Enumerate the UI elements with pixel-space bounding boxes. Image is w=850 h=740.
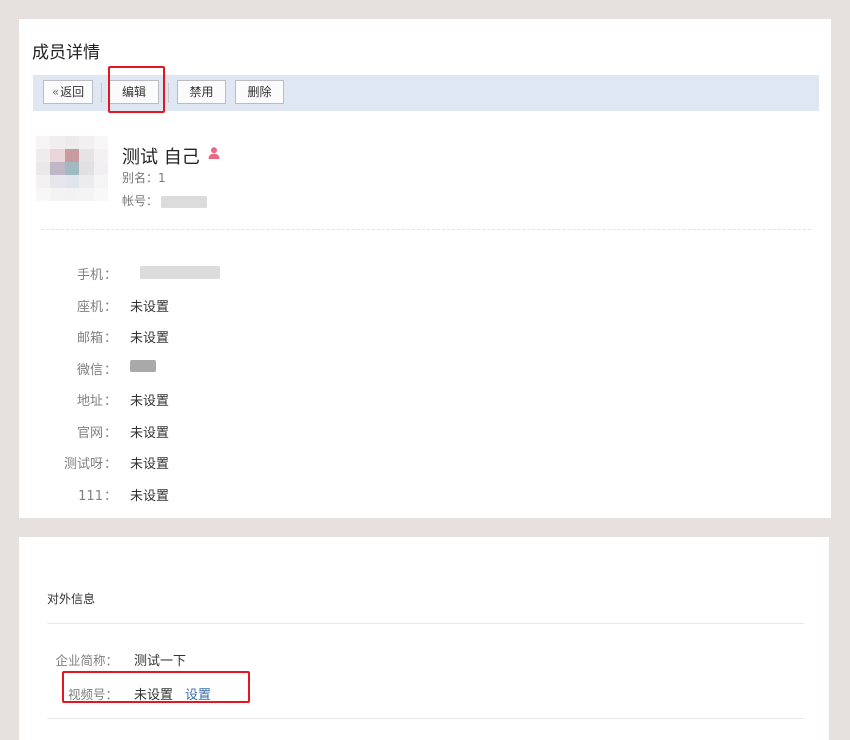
member-alias: 别名：1 <box>122 169 166 186</box>
field-value-custom-111: 未设置 <box>130 489 170 504</box>
person-icon <box>208 147 220 159</box>
company-short-name-label: 企业简称： <box>55 653 118 668</box>
divider <box>41 229 811 230</box>
channels-highlight <box>62 671 250 703</box>
alias-label: 别名： <box>122 171 159 185</box>
member-name: 测试 自己 <box>122 147 200 168</box>
external-info-panel: 对外信息 企业简称： 测试一下 视频号： 未设置 设置 <box>19 537 829 740</box>
divider <box>47 718 804 719</box>
field-value-custom-test: 未设置 <box>130 457 170 472</box>
disable-button[interactable]: 禁用 <box>177 80 226 104</box>
section-title: 对外信息 <box>47 592 96 606</box>
alias-value: 1 <box>158 171 166 185</box>
field-label-website: 官网： <box>76 426 117 441</box>
field-label-address: 地址： <box>76 394 117 409</box>
delete-button[interactable]: 删除 <box>235 80 284 104</box>
wechat-value-redacted <box>130 360 156 372</box>
field-label-landline: 座机： <box>76 300 117 315</box>
field-label-phone: 手机： <box>76 268 117 283</box>
field-value-website: 未设置 <box>130 426 170 441</box>
back-button[interactable]: «返回 <box>43 80 93 104</box>
member-account: 帐号： <box>122 192 158 209</box>
field-label-email: 邮箱： <box>76 331 117 346</box>
field-label-wechat: 微信： <box>76 363 117 378</box>
company-short-name-value: 测试一下 <box>134 654 187 669</box>
toolbar-divider <box>168 83 169 103</box>
phone-value-redacted <box>140 266 220 279</box>
field-label-custom-test: 测试呀： <box>63 457 117 472</box>
member-detail-panel: 成员详情 «返回 编辑 禁用 删除 测试 自己 别名：1 帐号： 手机： 座机：… <box>19 19 831 518</box>
edit-button-highlight <box>108 66 165 113</box>
field-label-custom-111: 111： <box>78 489 117 504</box>
field-value-address: 未设置 <box>130 394 170 409</box>
field-value-landline: 未设置 <box>130 300 170 315</box>
divider <box>47 623 804 624</box>
account-label: 帐号： <box>122 194 159 208</box>
toolbar-divider <box>101 83 102 103</box>
back-button-label: 返回 <box>60 85 85 99</box>
avatar <box>36 136 109 204</box>
page-title: 成员详情 <box>32 43 100 63</box>
account-value-redacted <box>161 196 207 208</box>
field-value-email: 未设置 <box>130 331 170 346</box>
double-chevron-left-icon: « <box>51 85 60 99</box>
